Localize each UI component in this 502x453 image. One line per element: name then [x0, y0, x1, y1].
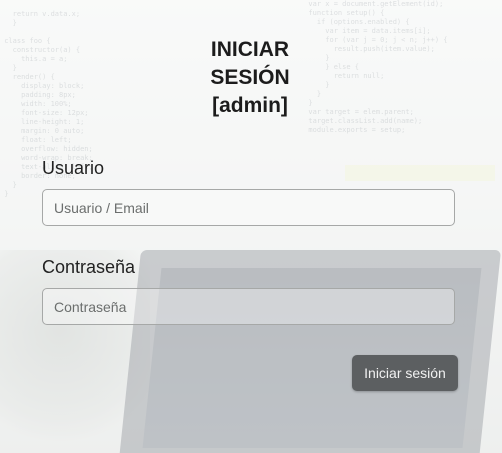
password-input[interactable] — [42, 288, 455, 325]
login-button[interactable]: Iniciar sesión — [352, 355, 458, 391]
title-line: SESIÓN — [210, 66, 290, 89]
title-line: INICIAR — [210, 38, 290, 61]
password-label: Contraseña — [42, 257, 136, 277]
username-label: Usuario — [42, 158, 105, 178]
login-title: INICIAR SESIÓN [admin] — [170, 36, 330, 120]
login-form: INICIAR SESIÓN [admin] Usuario Contraseñ… — [0, 0, 502, 453]
login-screen: return v.data.x; } class foo { construct… — [0, 0, 502, 453]
title-line: [admin] — [212, 94, 288, 117]
username-input[interactable] — [42, 189, 455, 226]
